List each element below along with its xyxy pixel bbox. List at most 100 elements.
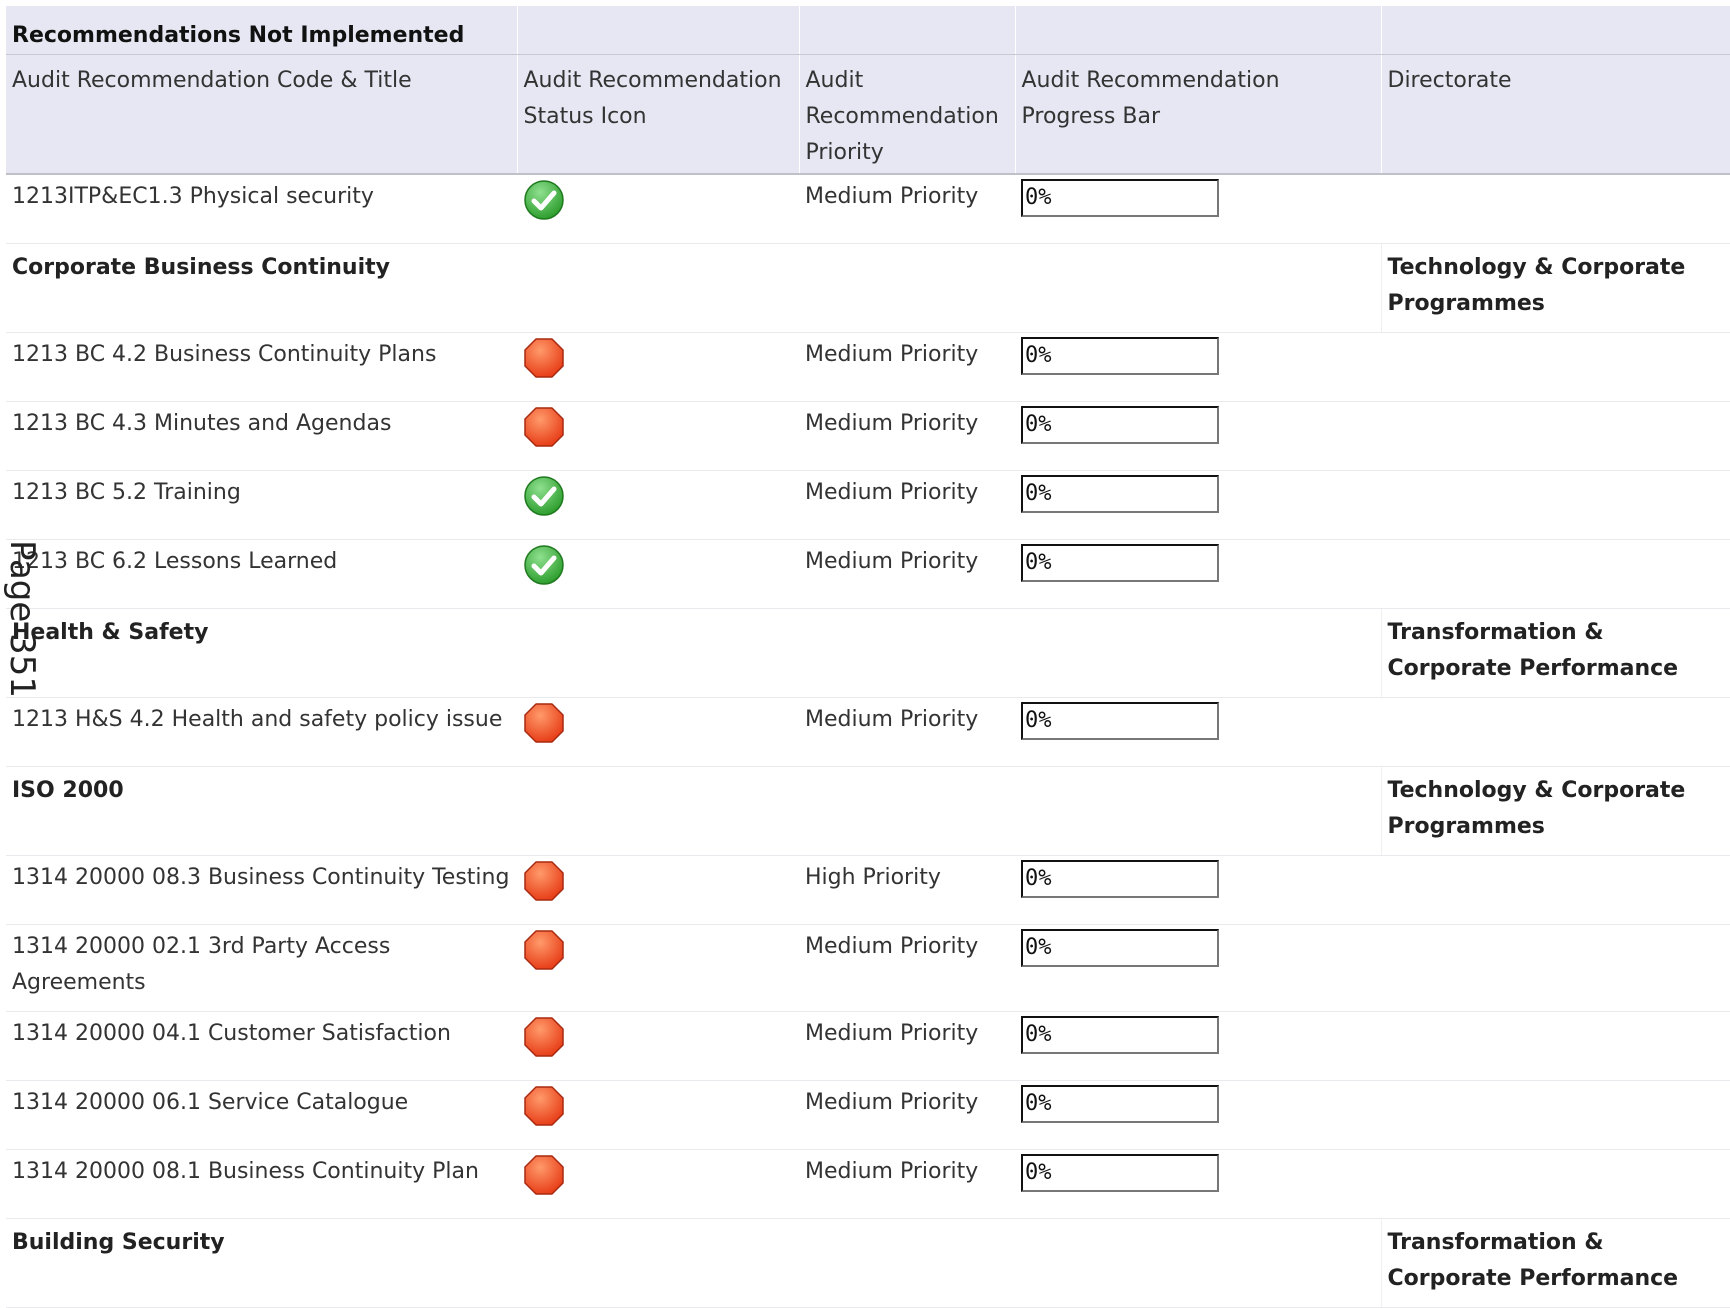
status-cell	[517, 1011, 799, 1081]
column-header-priority[interactable]: Audit Recommendation Priority	[799, 54, 1016, 175]
recommendations-report: Recommendations Not Implemented Audit Re…	[6, 6, 1730, 1308]
column-header-progress-bar[interactable]: Audit Recommendation Progress Bar	[1015, 54, 1382, 175]
directorate-cell	[1381, 924, 1730, 1012]
red-stop-icon	[523, 1016, 565, 1058]
empty-cell	[799, 1218, 1015, 1308]
empty-cell	[1015, 608, 1381, 698]
table-row[interactable]: 1314 20000 08.3 Business Continuity Test…	[6, 855, 1730, 925]
progress-label: 0%	[1025, 1160, 1052, 1185]
red-stop-icon	[523, 1085, 565, 1127]
recommendation-code-title[interactable]: 1213 BC 5.2 Training	[6, 470, 517, 540]
progress-label: 0%	[1025, 1022, 1052, 1047]
status-cell	[517, 174, 799, 244]
recommendation-code-title[interactable]: 1213 BC 6.2 Lessons Learned	[6, 539, 517, 609]
directorate-cell	[1381, 1080, 1730, 1150]
column-header-directorate[interactable]: Directorate	[1381, 54, 1730, 175]
directorate-cell	[1381, 697, 1730, 767]
table-row[interactable]: 1213 H&S 4.2 Health and safety policy is…	[6, 697, 1730, 767]
red-stop-icon	[523, 1154, 565, 1196]
directorate-cell	[1381, 1149, 1730, 1219]
directorate-name: Technology & Corporate Programmes	[1380, 766, 1730, 856]
priority-label: Medium Priority	[799, 924, 1015, 1012]
table-row[interactable]: 1314 20000 08.1 Business Continuity Plan…	[6, 1149, 1730, 1219]
progress-cell: 0%	[1015, 697, 1381, 767]
table-row[interactable]: 1213ITP&EC1.3 Physical security Medium Pr…	[6, 174, 1730, 244]
directorate-cell	[1381, 332, 1730, 402]
progress-label: 0%	[1025, 550, 1052, 575]
empty-cell	[799, 766, 1015, 856]
recommendation-code-title[interactable]: 1314 20000 08.1 Business Continuity Plan	[6, 1149, 517, 1219]
progress-bar: 0%	[1021, 337, 1219, 375]
progress-label: 0%	[1025, 481, 1052, 506]
priority-label: Medium Priority	[799, 1011, 1015, 1081]
red-stop-icon	[523, 337, 565, 379]
directorate-cell	[1381, 855, 1730, 925]
priority-label: Medium Priority	[799, 697, 1015, 767]
empty-cell	[517, 766, 799, 856]
progress-bar: 0%	[1021, 179, 1219, 217]
status-cell	[517, 697, 799, 767]
empty-cell	[799, 608, 1015, 698]
progress-label: 0%	[1025, 866, 1052, 891]
status-cell	[517, 401, 799, 471]
group-row: Health & Safety Transformation & Corporat…	[6, 608, 1730, 698]
recommendation-code-title[interactable]: 1213 BC 4.2 Business Continuity Plans	[6, 332, 517, 402]
red-stop-icon	[523, 860, 565, 902]
recommendation-code-title[interactable]: 1314 20000 02.1 3rd Party Access Agreeme…	[6, 924, 517, 1012]
progress-label: 0%	[1025, 1091, 1052, 1116]
empty-cell	[1015, 243, 1381, 333]
progress-bar: 0%	[1021, 475, 1219, 513]
column-header-status-icon[interactable]: Audit Recommendation Status Icon	[517, 54, 800, 175]
directorate-cell	[1381, 174, 1730, 244]
directorate-name: Transformation & Corporate Performance	[1380, 608, 1730, 698]
progress-bar: 0%	[1021, 860, 1219, 898]
table-row[interactable]: 1213 BC 4.3 Minutes and Agendas Medium Pr…	[6, 401, 1730, 471]
directorate-name: Transformation & Corporate Performance	[1380, 1218, 1730, 1308]
recommendation-code-title[interactable]: 1213 BC 4.3 Minutes and Agendas	[6, 401, 517, 471]
progress-cell: 0%	[1015, 1149, 1381, 1219]
priority-label: Medium Priority	[799, 1080, 1015, 1150]
table-row[interactable]: 1314 20000 06.1 Service Catalogue Medium …	[6, 1080, 1730, 1150]
progress-bar: 0%	[1021, 929, 1219, 967]
recommendation-code-title[interactable]: 1213 H&S 4.2 Health and safety policy is…	[6, 697, 517, 767]
directorate-cell	[1381, 1011, 1730, 1081]
column-header-row: Audit Recommendation Code & Title Audit …	[6, 54, 1730, 175]
progress-label: 0%	[1025, 708, 1052, 733]
table-row[interactable]: 1213 BC 6.2 Lessons Learned Medium Priori…	[6, 539, 1730, 609]
recommendation-code-title[interactable]: 1314 20000 08.3 Business Continuity Test…	[6, 855, 517, 925]
directorate-cell	[1381, 401, 1730, 471]
recommendation-code-title[interactable]: 1314 20000 06.1 Service Catalogue	[6, 1080, 517, 1150]
progress-cell: 0%	[1015, 1080, 1381, 1150]
table-body: 1213ITP&EC1.3 Physical security Medium Pr…	[6, 174, 1730, 1308]
green-check-icon	[523, 179, 565, 221]
column-header-code-title[interactable]: Audit Recommendation Code & Title	[6, 54, 518, 175]
table-row[interactable]: 1314 20000 02.1 3rd Party Access Agreeme…	[6, 924, 1730, 1012]
directorate-cell	[1381, 470, 1730, 540]
directorate-name: Technology & Corporate Programmes	[1380, 243, 1730, 333]
empty-cell	[517, 608, 799, 698]
recommendation-code-title[interactable]: 1213ITP&EC1.3 Physical security	[6, 174, 517, 244]
progress-bar: 0%	[1021, 406, 1219, 444]
progress-cell: 0%	[1015, 470, 1381, 540]
progress-cell: 0%	[1015, 855, 1381, 925]
green-check-icon	[523, 475, 565, 517]
status-cell	[517, 924, 799, 1012]
status-cell	[517, 1080, 799, 1150]
recommendation-code-title[interactable]: 1314 20000 04.1 Customer Satisfaction	[6, 1011, 517, 1081]
progress-cell: 0%	[1015, 1011, 1381, 1081]
empty-cell	[517, 243, 799, 333]
red-stop-icon	[523, 702, 565, 744]
priority-label: Medium Priority	[799, 1149, 1015, 1219]
table-row[interactable]: 1213 BC 4.2 Business Continuity Plans Med…	[6, 332, 1730, 402]
group-name: Corporate Business Continuity	[6, 243, 517, 333]
red-stop-icon	[523, 929, 565, 971]
progress-label: 0%	[1025, 343, 1052, 368]
empty-cell	[799, 243, 1015, 333]
progress-label: 0%	[1025, 185, 1052, 210]
status-cell	[517, 539, 799, 609]
table-row[interactable]: 1314 20000 04.1 Customer Satisfaction Med…	[6, 1011, 1730, 1081]
progress-bar: 0%	[1021, 1016, 1219, 1054]
progress-bar: 0%	[1021, 1085, 1219, 1123]
priority-label: Medium Priority	[799, 539, 1015, 609]
table-row[interactable]: 1213 BC 5.2 Training Medium Priority 0%	[6, 470, 1730, 540]
